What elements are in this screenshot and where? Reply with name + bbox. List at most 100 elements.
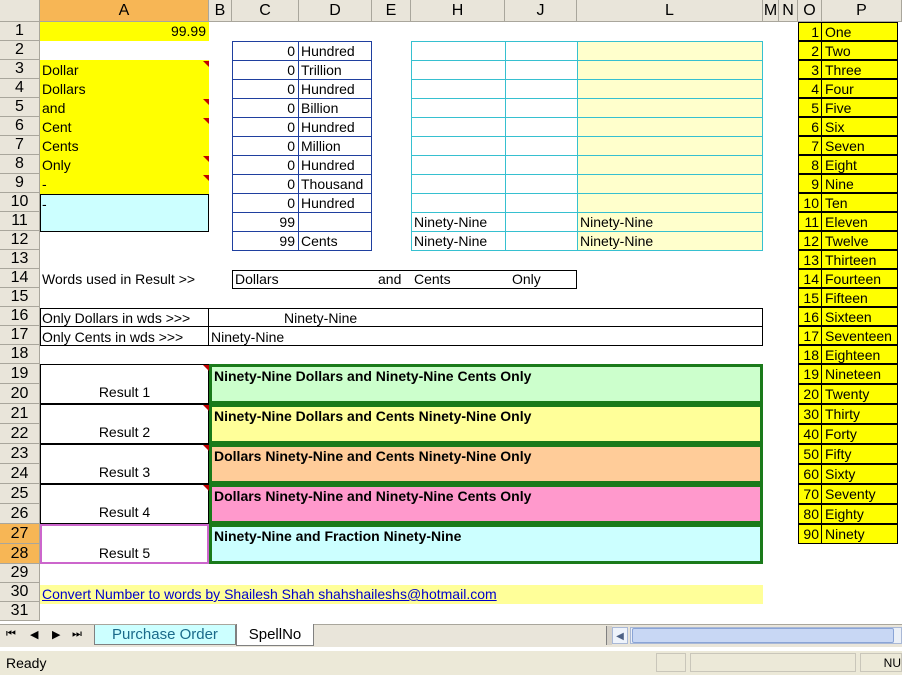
cell-d12[interactable]: Cents [298,231,372,251]
row-header-20[interactable]: 20 [0,384,40,404]
lookup-word[interactable]: Eighteen [821,345,898,364]
cell-j11[interactable] [505,212,578,232]
cell-h5[interactable] [411,98,506,118]
words-and[interactable]: and [378,270,408,289]
row-header-29[interactable]: 29 [0,564,40,583]
lookup-number[interactable]: 18 [798,345,822,364]
tab-spellno[interactable]: SpellNo [236,624,314,646]
lookup-number[interactable]: 1 [798,22,822,41]
lookup-number[interactable]: 30 [798,404,822,424]
row-header-2[interactable]: 2 [0,41,40,60]
lookup-number[interactable]: 15 [798,288,822,307]
row-header-15[interactable]: 15 [0,288,40,307]
row-header-31[interactable]: 31 [0,602,40,621]
hscroll-left-icon[interactable]: ◀ [612,627,628,644]
cell-j10[interactable] [505,193,578,213]
lookup-word[interactable]: Seven [821,136,898,155]
cell-a7[interactable]: Cents [42,137,202,156]
lookup-word[interactable]: Fifty [821,444,898,464]
cell-a3[interactable]: Dollar [42,61,202,80]
cell-d4[interactable]: Hundred [298,79,372,99]
lookup-number[interactable]: 7 [798,136,822,155]
cell-d7[interactable]: Million [298,136,372,156]
lookup-word[interactable]: Twenty [821,384,898,404]
lookup-number[interactable]: 80 [798,504,822,524]
cell-d3[interactable]: Trillion [298,60,372,80]
lookup-word[interactable]: Nine [821,174,898,193]
lookup-word[interactable]: Eight [821,155,898,174]
lookup-number[interactable]: 60 [798,464,822,484]
cell-h6[interactable] [411,117,506,137]
lookup-word[interactable]: Six [821,117,898,136]
cell-j8[interactable] [505,155,578,175]
credit-link[interactable]: Convert Number to words by Shailesh Shah… [42,585,602,604]
cell-h9[interactable] [411,174,506,194]
cell-a1[interactable]: 99.99 [40,22,209,41]
lookup-word[interactable]: Thirty [821,404,898,424]
cell-l4[interactable] [577,79,763,99]
only-dollars-value[interactable]: Ninety-Nine [284,309,484,327]
hscroll-thumb[interactable] [632,628,894,643]
row-header-27[interactable]: 27 [0,524,40,544]
cell-h8[interactable] [411,155,506,175]
lookup-word[interactable]: Seventeen [821,326,898,345]
cell-h3[interactable] [411,60,506,80]
row-header-7[interactable]: 7 [0,136,40,155]
lookup-word[interactable]: Eighty [821,504,898,524]
words-cents[interactable]: Cents [414,270,474,289]
lookup-word[interactable]: One [821,22,898,41]
row-header-10[interactable]: 10 [0,193,40,212]
cell-d2[interactable]: Hundred [298,41,372,61]
lookup-number[interactable]: 50 [798,444,822,464]
result-text-5[interactable]: Ninety-Nine and Fraction Ninety-Nine [209,524,763,564]
lookup-number[interactable]: 2 [798,41,822,60]
result-label-1[interactable]: Result 1 [40,364,209,404]
cell-l11[interactable]: Ninety-Nine [580,213,760,232]
only-cents-value[interactable]: Ninety-Nine [211,328,411,346]
select-all-corner[interactable] [0,0,40,22]
row-header-6[interactable]: 6 [0,117,40,136]
cell-c7[interactable]: 0 [232,136,299,156]
lookup-word[interactable]: Ten [821,193,898,212]
cell-j7[interactable] [505,136,578,156]
lookup-word[interactable]: Ninety [821,524,898,544]
cell-h10[interactable] [411,193,506,213]
lookup-number[interactable]: 14 [798,269,822,288]
column-header-l[interactable]: L [577,0,763,22]
cell-c9[interactable]: 0 [232,174,299,194]
lookup-number[interactable]: 70 [798,484,822,504]
row-header-9[interactable]: 9 [0,174,40,193]
lookup-number[interactable]: 9 [798,174,822,193]
row-header-28[interactable]: 28 [0,544,40,564]
cell-c6[interactable]: 0 [232,117,299,137]
lookup-word[interactable]: Fourteen [821,269,898,288]
cell-h11[interactable]: Ninety-Nine [414,213,504,232]
cell-h4[interactable] [411,79,506,99]
cell-a8[interactable]: Only [42,156,202,175]
lookup-word[interactable]: Sixteen [821,307,898,326]
cell-j4[interactable] [505,79,578,99]
tab-prev-icon[interactable]: ◀ [30,628,38,641]
lookup-number[interactable]: 90 [798,524,822,544]
tab-last-icon[interactable]: ⏭ [72,628,82,641]
lookup-word[interactable]: Sixty [821,464,898,484]
lookup-word[interactable]: Fifteen [821,288,898,307]
tab-first-icon[interactable]: ⏮ [6,628,16,641]
cell-c10[interactable]: 0 [232,193,299,213]
lookup-word[interactable]: Thirteen [821,250,898,269]
row-header-23[interactable]: 23 [0,444,40,464]
lookup-number[interactable]: 3 [798,60,822,79]
row-header-30[interactable]: 30 [0,583,40,602]
column-header-e[interactable]: E [372,0,411,22]
cell-j9[interactable] [505,174,578,194]
cell-l12[interactable]: Ninety-Nine [580,232,760,251]
cell-h7[interactable] [411,136,506,156]
row-header-21[interactable]: 21 [0,404,40,424]
column-header-n[interactable]: N [779,0,798,22]
cell-j5[interactable] [505,98,578,118]
lookup-number[interactable]: 11 [798,212,822,231]
lookup-number[interactable]: 4 [798,79,822,98]
row-header-13[interactable]: 13 [0,250,40,269]
cell-d5[interactable]: Billion [298,98,372,118]
cell-l2[interactable] [577,41,763,61]
